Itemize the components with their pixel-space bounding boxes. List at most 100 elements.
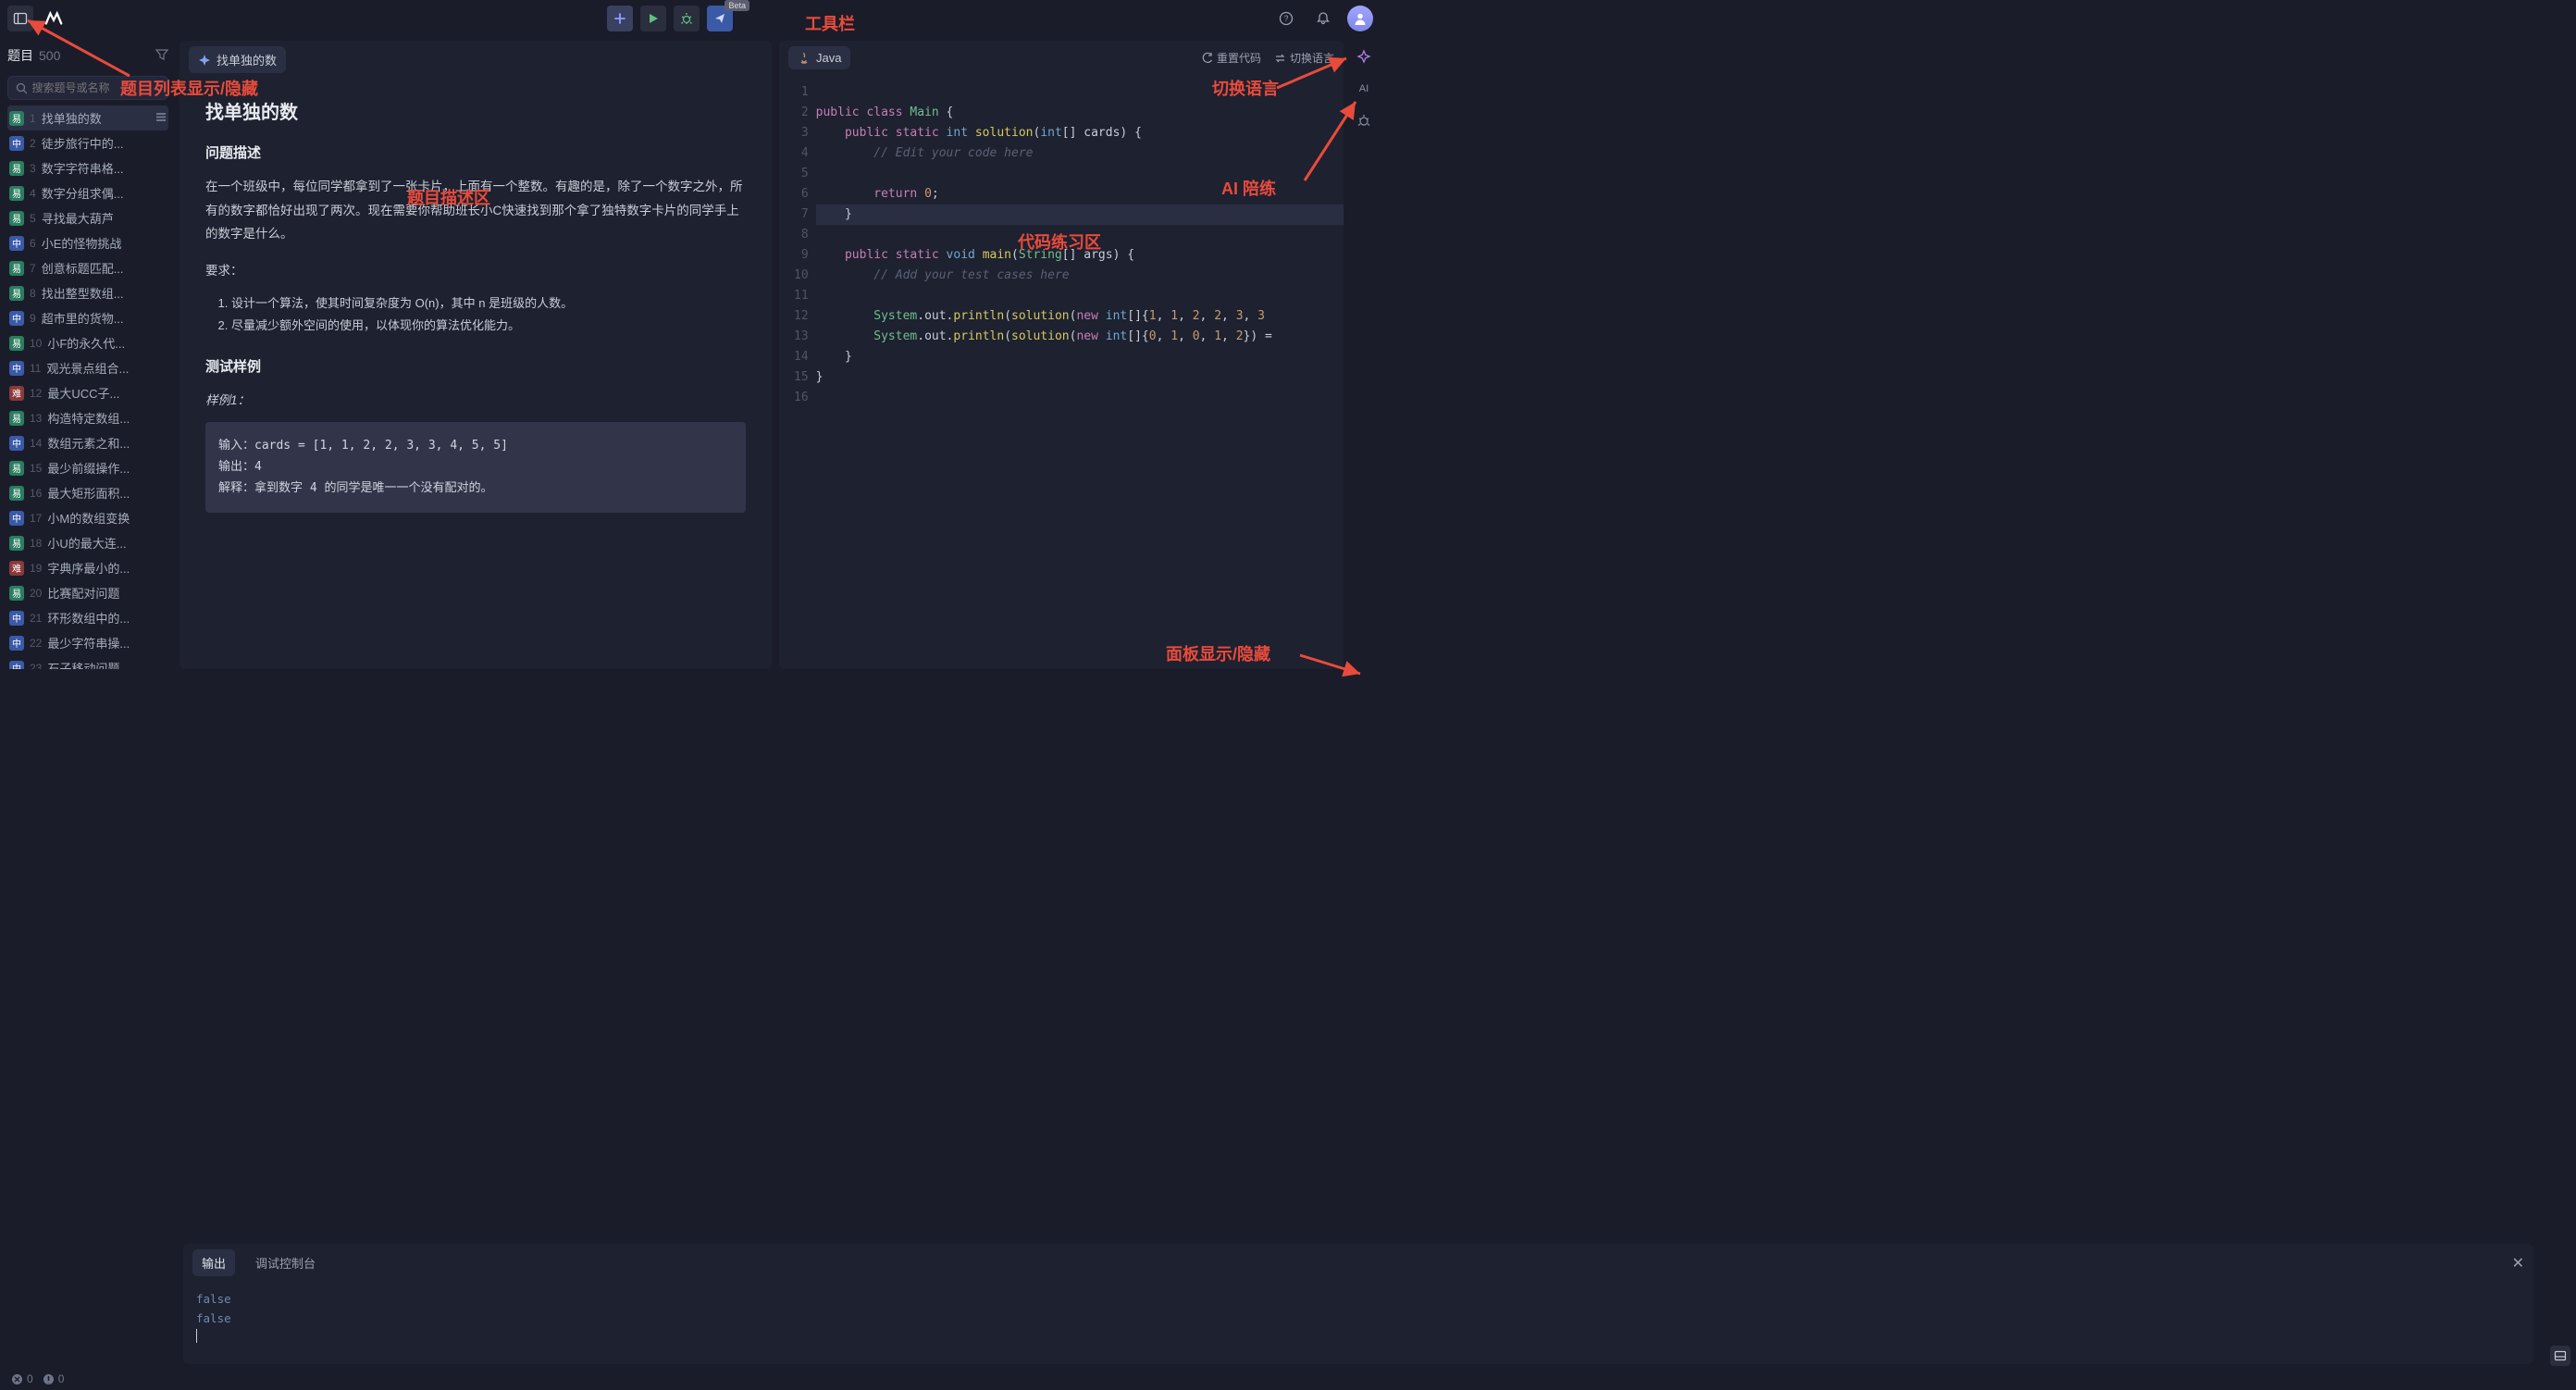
problem-item[interactable]: 易5寻找最大葫芦 (7, 205, 168, 230)
toggle-sidebar-button[interactable] (7, 6, 33, 31)
problem-number: 1 (30, 112, 36, 125)
difficulty-badge: 中 (9, 661, 24, 670)
problem-item[interactable]: 易1 找单独的数 (7, 105, 168, 130)
problem-item[interactable]: 易16最大矩形面积... (7, 480, 168, 505)
toggle-panel-button[interactable] (2550, 1346, 2570, 1366)
error-count[interactable]: 0 (11, 1372, 33, 1385)
problem-number: 2 (30, 137, 36, 150)
problem-item[interactable]: 易13构造特定数组... (7, 405, 168, 430)
search-icon (16, 82, 27, 94)
problem-item[interactable]: 中17小M的数组变换 (7, 505, 168, 530)
problem-item[interactable]: 易10小F的永久代... (7, 330, 168, 355)
help-icon[interactable]: ? (1273, 6, 1299, 31)
problem-item[interactable]: 易20比赛配对问题 (7, 580, 168, 605)
warning-count[interactable]: 0 (43, 1372, 65, 1385)
close-panel-icon[interactable]: ✕ (2512, 1254, 2524, 1272)
ai-sparkle-icon[interactable] (1351, 44, 1377, 70)
problem-item[interactable]: 中11观光景点组合... (7, 355, 168, 380)
problem-item[interactable]: 中23石子移动问题 (7, 655, 168, 669)
avatar[interactable] (1347, 6, 1373, 31)
problem-name: 数组元素之和... (47, 434, 130, 452)
output-tab[interactable]: 输出 (192, 1249, 235, 1276)
svg-text:?: ? (1283, 14, 1288, 23)
language-tab[interactable]: Java (788, 46, 850, 69)
problem-number: 20 (30, 587, 42, 600)
problem-item[interactable]: 易4数字分组求偶... (7, 180, 168, 205)
difficulty-badge: 易 (9, 411, 24, 426)
problem-number: 16 (30, 487, 42, 500)
statusbar: 0 0 (0, 1368, 2576, 1390)
warning-icon (43, 1373, 55, 1385)
problem-name: 小E的怪物挑战 (42, 234, 122, 252)
problem-name: 石子移动问题 (47, 659, 119, 669)
sparkle-icon (198, 54, 211, 67)
search-input[interactable] (32, 81, 160, 94)
description-body[interactable]: 找单独的数 问题描述 在一个班级中，每位同学都拿到了一张卡片，上面有一个整数。有… (180, 79, 772, 669)
problem-item[interactable]: 中2 徒步旅行中的... (7, 130, 168, 155)
desc-text: 在一个班级中，每位同学都拿到了一张卡片，上面有一个整数。有趣的是，除了一个数字之… (205, 175, 746, 246)
bell-icon[interactable] (1310, 6, 1336, 31)
problem-list[interactable]: 易1找单独的数中2徒步旅行中的...易3数字字符串格...易4数字分组求偶...… (7, 105, 168, 669)
problem-item[interactable]: 易8找出整型数组... (7, 280, 168, 305)
difficulty-badge: 易 (9, 586, 24, 601)
swap-icon (1274, 52, 1286, 64)
problem-item[interactable]: 难12最大UCC子... (7, 380, 168, 405)
topbar: Beta ? (0, 0, 1381, 37)
difficulty-badge: 易 (9, 261, 24, 276)
debug-console-tab[interactable]: 调试控制台 (246, 1249, 325, 1276)
problem-item[interactable]: 中6 小E的怪物挑战 (7, 230, 168, 255)
add-button[interactable] (607, 6, 633, 31)
debug-button[interactable] (674, 6, 700, 31)
submit-button[interactable]: Beta (707, 6, 733, 31)
problem-item[interactable]: 易7创意标题匹配... (7, 255, 168, 280)
difficulty-badge: 中 (9, 136, 24, 151)
problem-number: 9 (30, 312, 36, 325)
problem-name: 徒步旅行中的... (42, 134, 124, 152)
description-tab[interactable]: 找单独的数 (189, 46, 286, 73)
problem-number: 21 (30, 612, 42, 625)
refresh-icon (1201, 52, 1213, 64)
right-side-strip: AI (1347, 37, 1381, 673)
list-icon (155, 111, 167, 125)
switch-language-button[interactable]: 切换语言 (1274, 50, 1334, 66)
req-2: 尽量减少额外空间的使用，以体现你的算法优化能力。 (231, 315, 746, 338)
problem-number: 5 (30, 212, 36, 225)
code-content[interactable]: public class Main { public static int so… (816, 75, 1344, 669)
problem-number: 11 (30, 362, 41, 375)
problem-item[interactable]: 易18小U的最大连... (7, 530, 168, 555)
difficulty-badge: 中 (9, 236, 24, 251)
problem-item[interactable]: 易15最少前缀操作... (7, 455, 168, 480)
problem-name: 找单独的数 (42, 109, 102, 127)
logo-icon (41, 6, 67, 31)
reset-code-button[interactable]: 重置代码 (1201, 50, 1261, 66)
problem-number: 6 (30, 237, 36, 250)
problem-name: 小M的数组变换 (47, 509, 130, 527)
problem-item[interactable]: 中21环形数组中的... (7, 605, 168, 630)
ai-label[interactable]: AI (1359, 83, 1368, 94)
problem-item[interactable]: 中22最少字符串操... (7, 630, 168, 655)
bug-side-icon[interactable] (1351, 107, 1377, 133)
problem-number: 15 (30, 462, 42, 475)
code-editor[interactable]: 12345678910111213141516 public class Mai… (779, 75, 1344, 669)
problem-name: 最大矩形面积... (47, 484, 130, 502)
sidebar: 题目 500 易1找单独的数中2徒步旅行中的...易3数字字符串格...易4数字… (0, 37, 176, 673)
problem-name: 寻找最大葫芦 (42, 209, 114, 227)
problem-name: 构造特定数组... (47, 409, 130, 427)
difficulty-badge: 难 (9, 561, 24, 576)
search-input-container[interactable] (7, 76, 168, 100)
problem-item[interactable]: 中9超市里的货物... (7, 305, 168, 330)
sidebar-title: 题目 (7, 46, 33, 65)
difficulty-badge: 易 (9, 111, 24, 126)
difficulty-badge: 中 (9, 511, 24, 526)
problem-item[interactable]: 易3数字字符串格... (7, 155, 168, 180)
req-1: 设计一个算法，使其时间复杂度为 O(n)，其中 n 是班级的人数。 (231, 292, 746, 316)
run-button[interactable] (640, 6, 666, 31)
output-panel: 输出 调试控制台 ✕ falsefalse (183, 1244, 2533, 1364)
filter-icon[interactable] (155, 48, 168, 64)
desc-heading: 问题描述 (205, 143, 746, 162)
problem-item[interactable]: 中14数组元素之和... (7, 430, 168, 455)
problem-item[interactable]: 难19字典序最小的... (7, 555, 168, 580)
difficulty-badge: 易 (9, 186, 24, 201)
page-title: 找单独的数 (205, 97, 746, 124)
output-body[interactable]: falsefalse (183, 1282, 2533, 1361)
